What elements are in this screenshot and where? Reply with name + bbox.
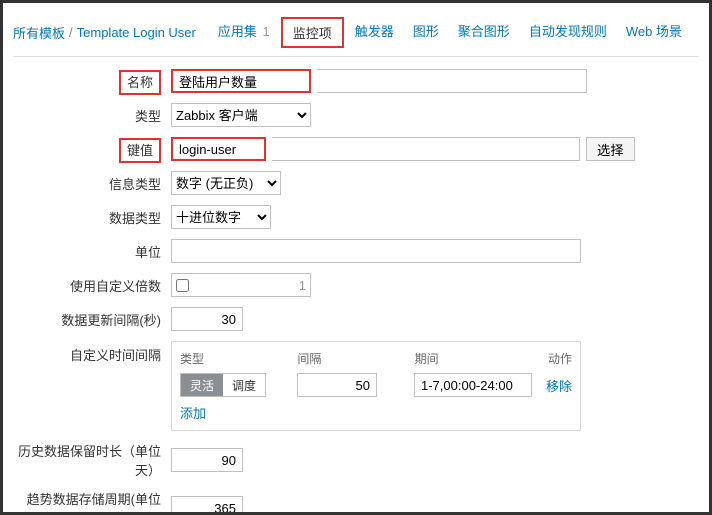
- label-update: 数据更新间隔(秒): [13, 310, 171, 329]
- col-interval: 间隔: [297, 350, 414, 367]
- tab-items[interactable]: 监控项: [281, 17, 344, 48]
- label-name: 名称: [119, 70, 161, 95]
- remove-link[interactable]: 移除: [546, 379, 572, 394]
- label-key: 键值: [119, 138, 161, 163]
- update-input[interactable]: [171, 307, 243, 331]
- tab-apps[interactable]: 应用集 1: [210, 17, 278, 48]
- interval-input[interactable]: [297, 373, 377, 397]
- col-action: 动作: [532, 350, 572, 367]
- trends-input[interactable]: [171, 496, 243, 515]
- label-trends: 趋势数据存储周期(单位天): [13, 489, 171, 515]
- tab-triggers[interactable]: 触发器: [347, 17, 402, 48]
- add-link[interactable]: 添加: [180, 406, 206, 421]
- multiplier-checkbox[interactable]: [176, 279, 189, 292]
- type-select[interactable]: Zabbix 客户端: [171, 103, 311, 127]
- label-history: 历史数据保留时长（单位天）: [13, 441, 171, 479]
- breadcrumb-sep: /: [69, 25, 73, 40]
- interval-type-toggle[interactable]: 灵活调度: [180, 373, 266, 397]
- tabs: 应用集 1 监控项 触发器 图形 聚合图形 自动发现规则 Web 场景: [210, 17, 690, 48]
- tab-discovery[interactable]: 自动发现规则: [521, 17, 615, 48]
- toggle-sched[interactable]: 调度: [223, 374, 265, 396]
- breadcrumb-template[interactable]: Template Login User: [77, 25, 196, 40]
- breadcrumb: 所有模板 / Template Login User 应用集 1 监控项 触发器…: [13, 11, 699, 57]
- info-type-select[interactable]: 数字 (无正负): [171, 171, 281, 195]
- flex-intervals-table: 类型间隔期间动作 灵活调度 移除 添加: [171, 341, 581, 431]
- name-input-ext[interactable]: [317, 69, 587, 93]
- data-type-select[interactable]: 十进位数字: [171, 205, 271, 229]
- label-type: 类型: [13, 106, 171, 125]
- multiplier-value: 1: [299, 278, 306, 293]
- toggle-flex[interactable]: 灵活: [181, 374, 223, 396]
- label-multiplier: 使用自定义倍数: [13, 276, 171, 295]
- select-key-button[interactable]: 选择: [586, 137, 635, 161]
- breadcrumb-root[interactable]: 所有模板: [13, 23, 65, 42]
- col-type: 类型: [180, 350, 297, 367]
- tab-web[interactable]: Web 场景: [618, 17, 690, 48]
- label-flex: 自定义时间间隔: [13, 341, 171, 364]
- label-data-type: 数据类型: [13, 208, 171, 227]
- name-input[interactable]: [171, 69, 311, 93]
- label-unit: 单位: [13, 242, 171, 261]
- form: 名称 类型 Zabbix 客户端 键值 选择 信息类型 数字 (无正负) 数据类…: [13, 57, 699, 515]
- tab-graphs[interactable]: 图形: [405, 17, 447, 48]
- label-info-type: 信息类型: [13, 174, 171, 193]
- period-input[interactable]: [414, 373, 532, 397]
- history-input[interactable]: [171, 448, 243, 472]
- unit-input[interactable]: [171, 239, 581, 263]
- tab-screens[interactable]: 聚合图形: [450, 17, 518, 48]
- key-input-ext[interactable]: [272, 137, 580, 161]
- col-period: 期间: [415, 350, 532, 367]
- key-input[interactable]: [171, 137, 266, 161]
